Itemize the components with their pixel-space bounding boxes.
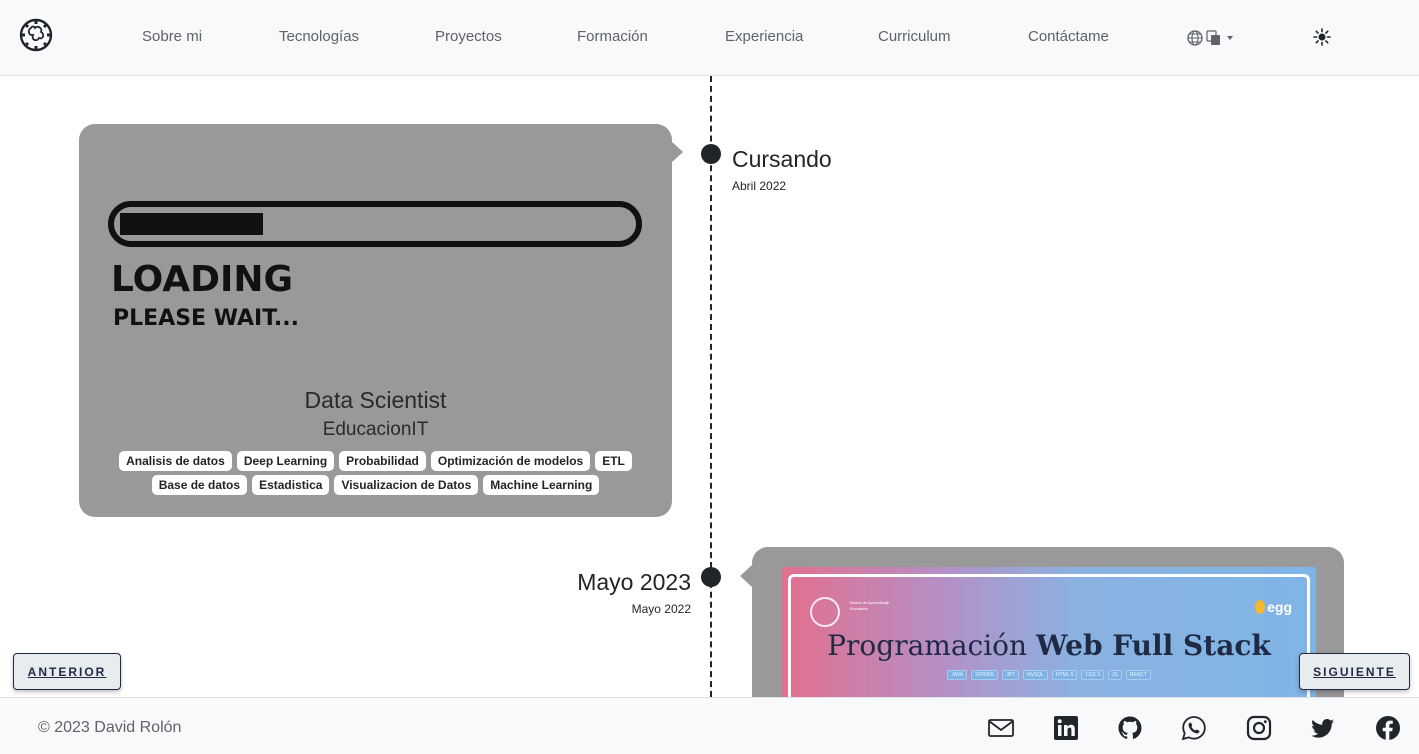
whatsapp-icon[interactable] [1181, 715, 1207, 741]
egg-logo: egg [1255, 599, 1292, 615]
footer: © 2023 David Rolón [0, 697, 1419, 754]
education-card: Redes de Aprendizaje Escolares egg Progr… [752, 547, 1344, 697]
tag: ETL [595, 451, 632, 471]
linkedin-icon[interactable] [1053, 715, 1079, 741]
loading-image: LOADING PLEASE WAIT... [108, 201, 642, 331]
nav-sobre-mi[interactable]: Sobre mi [142, 28, 202, 45]
tag: Machine Learning [483, 475, 600, 495]
navbar: Sobre mi Tecnologías Proyectos Formación… [0, 0, 1419, 76]
timeline-dot [701, 144, 721, 164]
course-institution: EducacionIT [322, 419, 429, 440]
twitter-icon[interactable] [1310, 715, 1336, 741]
mail-icon[interactable] [988, 715, 1014, 741]
nav-tecnologias[interactable]: Tecnologías [279, 28, 359, 45]
tag: Probabilidad [339, 451, 426, 471]
tag: Optimización de modelos [430, 451, 591, 471]
next-button[interactable]: SIGUIENTE [1299, 653, 1410, 690]
timeline-date: Abril 2022 [732, 179, 787, 193]
nav-formacion[interactable]: Formación [577, 28, 648, 45]
tag: Deep Learning [236, 451, 335, 471]
sun-icon[interactable] [1312, 27, 1332, 47]
loading-line1: LOADING [111, 259, 293, 300]
tag: Analisis de datos [119, 451, 232, 471]
course-banner-image: Redes de Aprendizaje Escolares egg Progr… [782, 567, 1316, 697]
previous-button[interactable]: ANTERIOR [13, 653, 121, 690]
loading-progress-fill [120, 213, 263, 235]
timeline-date: Mayo 2022 [631, 602, 691, 616]
tag-list: Analisis de datos Deep Learning Probabil… [79, 451, 672, 495]
course-title: Data Scientist [304, 387, 447, 413]
banner-chips: JAVA SPRING JPT MySQL HTML 5 CSS 3 JS RE… [782, 670, 1316, 680]
timeline-title: Cursando [732, 146, 832, 172]
nav-proyectos[interactable]: Proyectos [435, 28, 502, 45]
copyright: © 2023 David Rolón [38, 719, 182, 736]
timeline-line [710, 76, 712, 697]
banner-title: Programación Web Full Stack [827, 629, 1271, 662]
loading-line2: PLEASE WAIT... [113, 306, 299, 331]
tag: Estadistica [252, 475, 330, 495]
nav-curriculum[interactable]: Curriculum [878, 28, 951, 45]
seal-logo [810, 597, 840, 627]
globe-translate-icon[interactable] [1186, 28, 1236, 48]
github-icon[interactable] [1117, 715, 1143, 741]
tag: Visualizacion de Datos [334, 475, 479, 495]
gear-brain-logo-icon[interactable] [17, 16, 55, 54]
card-pointer [671, 141, 683, 163]
timeline-title: Mayo 2023 [577, 569, 691, 595]
nav-experiencia[interactable]: Experiencia [725, 28, 803, 45]
nav-contactame[interactable]: Contáctame [1028, 28, 1109, 45]
instagram-icon[interactable] [1246, 715, 1272, 741]
card-pointer [740, 565, 752, 587]
timeline-dot [701, 567, 721, 587]
facebook-icon[interactable] [1375, 715, 1401, 741]
education-card: LOADING PLEASE WAIT... Data Scientist Ed… [79, 124, 672, 517]
tag: Base de datos [151, 475, 248, 495]
